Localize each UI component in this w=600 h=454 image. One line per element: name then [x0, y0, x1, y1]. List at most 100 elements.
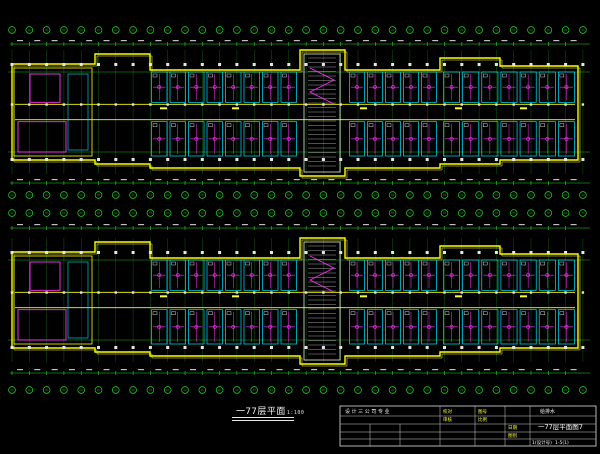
- dimension-text: [34, 224, 41, 226]
- dimension-text: [259, 224, 266, 226]
- structural-column: [529, 291, 533, 294]
- dimension-text: [155, 40, 162, 42]
- structural-column: [408, 103, 412, 106]
- dimension-text: [414, 224, 421, 226]
- structural-column: [391, 251, 395, 254]
- dimension-text: [449, 40, 456, 42]
- structural-column: [426, 103, 429, 106]
- dimension-text: [120, 40, 127, 42]
- dimension-text: [311, 224, 318, 226]
- dimension-text: [68, 40, 75, 42]
- structural-column: [183, 291, 187, 294]
- structural-column: [460, 63, 464, 66]
- structural-column: [80, 291, 83, 294]
- dimension-text: [224, 179, 231, 181]
- dimension-text: [328, 369, 335, 371]
- dimension-text: [259, 179, 266, 181]
- structural-column: [546, 346, 550, 349]
- structural-column: [581, 63, 585, 66]
- dimension-text: [380, 40, 387, 42]
- dimension-text: [311, 179, 318, 181]
- structural-column: [477, 158, 481, 161]
- dimension-text: [536, 179, 542, 181]
- title-block-cell: 校对: [443, 408, 452, 415]
- structural-column: [581, 251, 585, 254]
- structural-column: [477, 291, 481, 294]
- structural-column: [28, 103, 31, 106]
- structural-column: [287, 251, 291, 254]
- structural-column: [183, 63, 187, 66]
- structural-column: [494, 346, 498, 349]
- dimension-text: [363, 224, 369, 226]
- structural-column: [131, 63, 135, 66]
- dimension-text: [241, 179, 248, 181]
- dimension-text: [570, 369, 577, 371]
- structural-column: [373, 346, 377, 349]
- dimension-text: [86, 224, 93, 226]
- structural-column: [391, 103, 394, 106]
- dimension-text: [207, 224, 214, 226]
- structural-column: [27, 158, 31, 161]
- structural-column: [200, 158, 204, 161]
- structural-column: [564, 158, 568, 161]
- dimension-text: [501, 224, 508, 226]
- title-block-cell: 比例: [478, 416, 487, 423]
- structural-column: [235, 103, 239, 106]
- caption-underline: [232, 417, 294, 418]
- structural-column: [235, 251, 239, 254]
- structural-column: [304, 251, 308, 254]
- structural-column: [408, 251, 412, 254]
- structural-column: [235, 346, 239, 349]
- structural-column: [321, 63, 325, 66]
- title-block-project: 给排水: [540, 408, 555, 415]
- structural-column: [321, 251, 325, 254]
- structural-column: [546, 251, 550, 254]
- tag-label: [160, 295, 167, 298]
- structural-column: [460, 251, 464, 254]
- structural-column: [443, 291, 446, 294]
- structural-column: [529, 251, 533, 254]
- structural-column: [79, 346, 83, 349]
- structural-column: [321, 158, 325, 161]
- structural-column: [62, 158, 66, 161]
- structural-column: [546, 158, 550, 161]
- structural-column: [443, 63, 446, 66]
- structural-column: [10, 103, 14, 106]
- dimension-text: [449, 224, 456, 226]
- title-block-header: 设 计 三 公 司 专 业: [345, 408, 390, 415]
- dimension-text: [484, 179, 491, 181]
- structural-column: [356, 251, 360, 254]
- structural-column: [10, 251, 14, 254]
- tag-label: [520, 107, 527, 110]
- structural-column: [512, 291, 515, 294]
- dimension-text: [536, 369, 542, 371]
- dimension-text: [536, 40, 542, 42]
- structural-column: [304, 63, 308, 66]
- dimension-text: [17, 224, 23, 226]
- dimension-text: [190, 369, 196, 371]
- dimension-text: [17, 40, 23, 42]
- dimension-text: [293, 40, 300, 42]
- structural-column: [166, 291, 169, 294]
- structural-column: [27, 346, 31, 349]
- structural-column: [443, 251, 446, 254]
- structural-column: [200, 346, 204, 349]
- dimension-text: [190, 224, 196, 226]
- structural-column: [131, 103, 135, 106]
- dimension-text: [120, 179, 127, 181]
- structural-column: [287, 346, 291, 349]
- tag-label: [455, 107, 462, 110]
- structural-column: [356, 103, 360, 106]
- dimension-text: [570, 224, 577, 226]
- structural-column: [218, 346, 222, 349]
- structural-column: [166, 63, 170, 66]
- dimension-text: [276, 179, 283, 181]
- dimension-text: [397, 369, 404, 371]
- dimension-text: [190, 179, 196, 181]
- structural-column: [270, 63, 273, 66]
- structural-column: [494, 158, 498, 161]
- dimension-text: [68, 369, 75, 371]
- dimension-text: [553, 224, 560, 226]
- dimension-text: [138, 179, 145, 181]
- dimension-text: [501, 369, 508, 371]
